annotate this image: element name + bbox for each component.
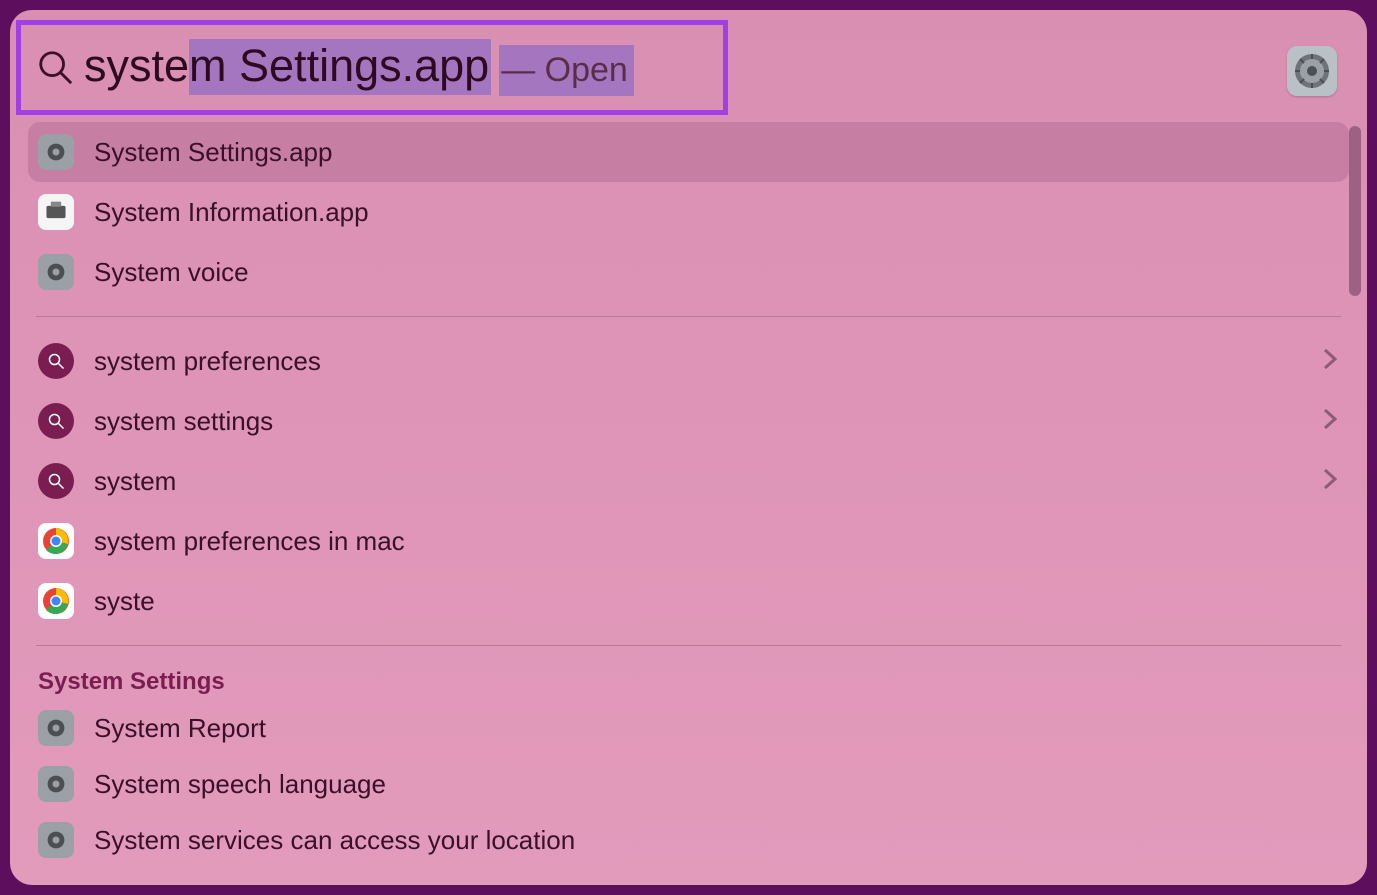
result-suggestion[interactable]: system preferences: [28, 331, 1349, 391]
result-label: system: [94, 466, 1323, 497]
search-action-hint: — Open: [499, 45, 634, 96]
chrome-icon: [38, 583, 74, 619]
result-setting[interactable]: System services can access your location: [28, 812, 1349, 868]
result-suggestion[interactable]: system preferences in mac: [28, 511, 1349, 571]
gear-icon: [38, 822, 74, 858]
search-icon: [32, 44, 78, 90]
divider: [36, 316, 1341, 317]
search-suggestion-icon: [38, 463, 74, 499]
search-bar[interactable]: system Settings.app — Open: [10, 10, 1367, 122]
result-suggestion[interactable]: system: [28, 451, 1349, 511]
result-label: system settings: [94, 406, 1323, 437]
result-label: System Report: [94, 713, 1337, 744]
chevron-right-icon: [1323, 346, 1337, 377]
results-list: System Settings.app System Information.a…: [10, 122, 1367, 885]
system-information-icon: [38, 194, 74, 230]
chevron-right-icon: [1323, 406, 1337, 437]
result-app-system-voice[interactable]: System voice: [28, 242, 1349, 302]
chevron-right-icon: [1323, 466, 1337, 497]
spotlight-window: system Settings.app — Open System Settin…: [10, 10, 1367, 885]
result-label: system preferences in mac: [94, 526, 1337, 557]
result-label: System Information.app: [94, 197, 1337, 228]
section-title-system-settings: System Settings: [28, 660, 1349, 700]
result-setting[interactable]: System speech language: [28, 756, 1349, 812]
result-label: system preferences: [94, 346, 1323, 377]
search-autocomplete-text: m Settings.app: [189, 39, 491, 95]
result-label: System voice: [94, 257, 1337, 288]
result-label: System speech language: [94, 769, 1337, 800]
divider: [36, 645, 1341, 646]
search-input[interactable]: system Settings.app — Open: [84, 39, 634, 96]
search-suggestion-icon: [38, 403, 74, 439]
result-label: System services can access your location: [94, 825, 1337, 856]
result-setting[interactable]: System Report: [28, 700, 1349, 756]
search-typed-text: syste: [84, 40, 189, 92]
search-suggestion-icon: [38, 343, 74, 379]
result-label: System Settings.app: [94, 137, 1337, 168]
result-suggestion[interactable]: syste: [28, 571, 1349, 631]
result-label: syste: [94, 586, 1337, 617]
gear-icon: [38, 254, 74, 290]
scrollbar[interactable]: [1349, 126, 1361, 296]
gear-icon: [38, 766, 74, 802]
result-app-system-information[interactable]: System Information.app: [28, 182, 1349, 242]
gear-icon: [38, 710, 74, 746]
result-suggestion[interactable]: system settings: [28, 391, 1349, 451]
top-result-preview-icon[interactable]: [1287, 46, 1337, 96]
result-app-system-settings[interactable]: System Settings.app: [28, 122, 1349, 182]
chrome-icon: [38, 523, 74, 559]
gear-icon: [38, 134, 74, 170]
